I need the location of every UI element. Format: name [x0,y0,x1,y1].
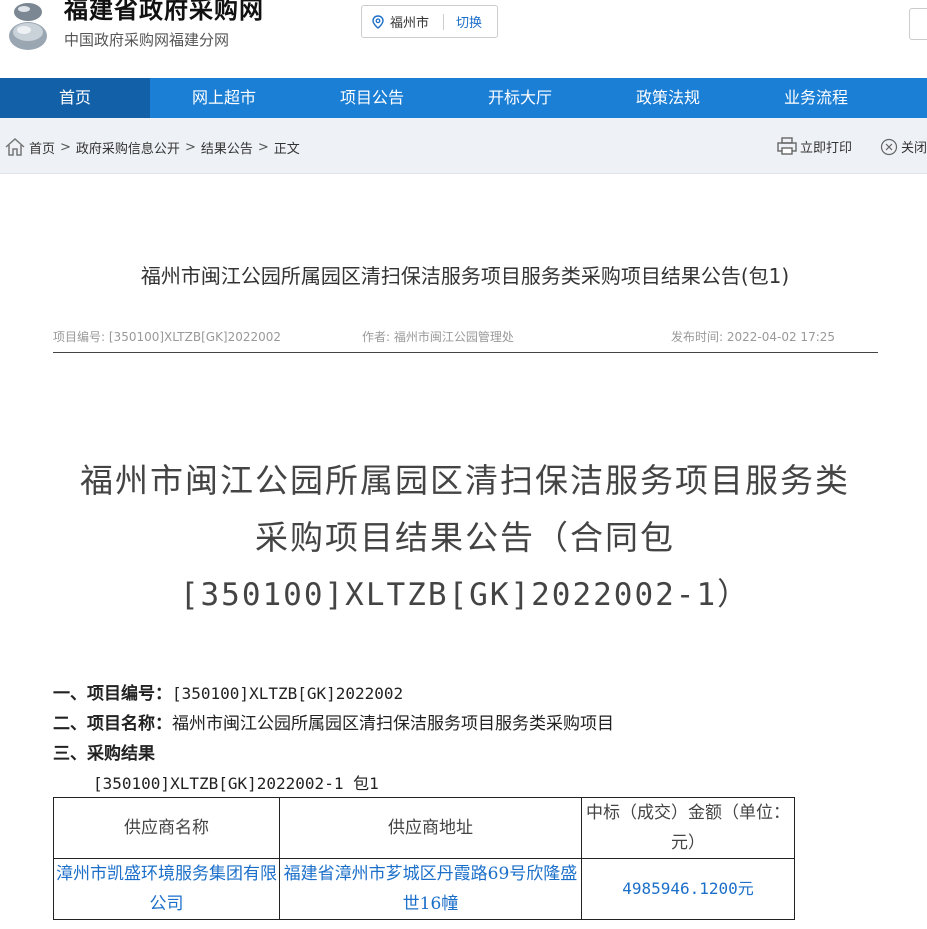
document-title-line-3: [350100]XLTZB[GK]2022002-1） [179,577,751,613]
breadcrumb: 首页 > 政府采购信息公开 > 结果公告 > 正文 [4,137,300,157]
city-divider [443,13,445,30]
header-supplier-address: 供应商地址 [279,797,582,859]
meta-author-label: 作者: [362,330,391,344]
section-project-no: 一、项目编号：[350100]XLTZB[GK]2022002 [53,679,403,704]
cell-bid-amount: 4985946.1200元 [581,858,795,920]
breadcrumb-result-notice[interactable]: 结果公告 [201,138,253,157]
close-icon [880,138,898,155]
nav-item-online-mall[interactable]: 网上超市 [150,78,298,118]
section-project-name-value: 福州市闽江公园所属园区清扫保洁服务项目服务类采购项目 [172,714,614,734]
section-project-name-label: 二、项目名称： [53,714,172,734]
nav-item-bid-hall[interactable]: 开标大厅 [446,78,594,118]
nav-item-process[interactable]: 业务流程 [742,78,890,118]
nav-item-home[interactable]: 首页 [0,78,150,118]
meta-project-no-label: 项目编号: [53,330,106,344]
section-project-no-label: 一、项目编号： [53,684,172,704]
nav-item-policy[interactable]: 政策法规 [594,78,742,118]
section-project-name: 二、项目名称：福州市闽江公园所属园区清扫保洁服务项目服务类采购项目 [53,709,614,734]
city-switch-link[interactable]: 切换 [456,12,482,31]
table-header-row: 供应商名称 供应商地址 中标（成交）金额（单位：元） [53,797,795,859]
meta-publish-value: 2022-04-02 17:25 [726,330,836,344]
cell-supplier-name: 漳州市凯盛环境服务集团有限公司 [53,858,280,920]
site-subtitle: 中国政府采购网福建分网 [64,31,230,49]
close-button[interactable]: 关闭 [880,137,927,156]
article: 福州市闽江公园所属园区清扫保洁服务项目服务类采购项目结果公告(包1) 项目编号:… [0,174,927,929]
site-title[interactable]: 福建省政府采购网 [64,0,264,25]
current-city: 福州市 [390,16,430,31]
meta-publish-time: 发布时间: 2022-04-02 17:25 [671,328,835,345]
document-title-line-1: 福州市闽江公园所属园区清扫保洁服务项目服务类 [80,461,850,500]
breadcrumb-info-disclosure[interactable]: 政府采购信息公开 [76,138,180,157]
site-logo[interactable] [8,0,48,52]
print-label: 立即打印 [800,140,853,156]
section-project-no-value: [350100]XLTZB[GK]2022002 [172,684,404,703]
header-bid-amount: 中标（成交）金额（单位：元） [581,797,795,859]
result-table: 供应商名称 供应商地址 中标（成交）金额（单位：元） 漳州市凯盛环境服务集团有限… [53,797,795,920]
home-icon [5,137,25,156]
header-search-box[interactable] [909,8,927,40]
breadcrumb-separator: > [60,139,71,155]
article-title: 福州市闽江公园所属园区清扫保洁服务项目服务类采购项目结果公告(包1) [140,264,790,288]
meta-project-no: 项目编号: [350100]XLTZB[GK]2022002 [53,328,281,345]
section-purchase-result-label: 三、采购结果 [53,744,155,764]
site-header: 福建省政府采购网 中国政府采购网福建分网 福州市 切换 [0,0,927,78]
breadcrumb-separator: > [184,139,196,155]
breadcrumb-current: 正文 [273,141,300,157]
city-selector: 福州市 切换 [361,5,498,38]
page: 福建省政府采购网 中国政府采购网福建分网 福州市 切换 首页 网上超市 项目公告… [0,0,927,929]
meta-publish-label: 发布时间: [671,330,724,344]
document-title-line-2: 采购项目结果公告（合同包 [255,518,675,557]
breadcrumb-separator: > [257,139,269,155]
meta-project-no-value: [350100]XLTZB[GK]2022002 [108,330,282,344]
nav-item-project-notice[interactable]: 项目公告 [298,78,446,118]
meta-author-value: 福州市闽江公园管理处 [393,330,514,344]
section-purchase-result: 三、采购结果 [53,739,155,764]
print-button[interactable]: 立即打印 [776,136,852,156]
package-line: [350100]XLTZB[GK]2022002-1 包1 [93,774,379,793]
table-row: 漳州市凯盛环境服务集团有限公司 福建省漳州市芗城区丹霞路69号欣隆盛世16幢 4… [53,858,795,920]
close-label: 关闭 [901,141,927,156]
printer-icon [777,137,797,155]
cell-supplier-address: 福建省漳州市芗城区丹霞路69号欣隆盛世16幢 [279,858,582,920]
meta-author: 作者: 福州市闽江公园管理处 [362,328,514,345]
breadcrumb-home[interactable]: 首页 [29,138,55,157]
main-nav: 首页 网上超市 项目公告 开标大厅 政策法规 业务流程 [0,78,927,118]
location-pin-icon [372,14,384,29]
meta-divider [53,352,878,353]
header-supplier-name: 供应商名称 [53,797,280,859]
